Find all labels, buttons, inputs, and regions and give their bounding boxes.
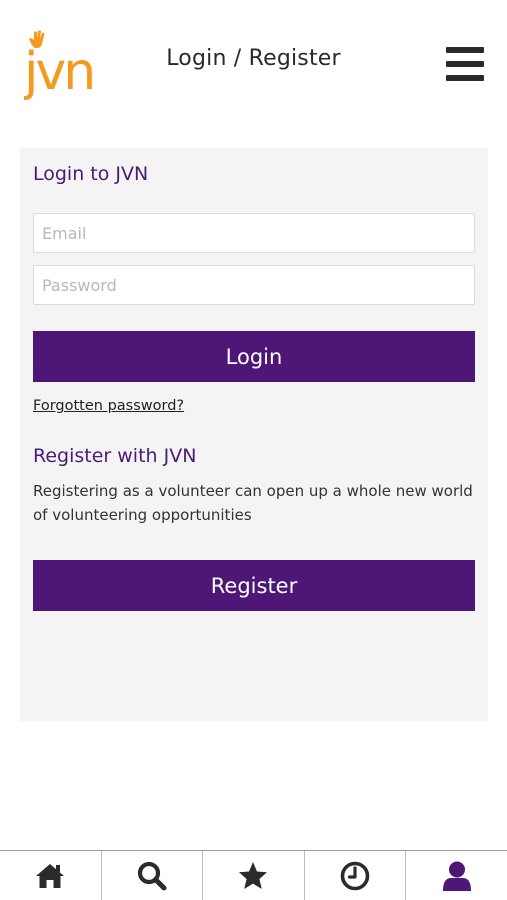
home-icon <box>36 863 65 888</box>
clock-icon <box>340 861 370 890</box>
login-heading: Login to JVN <box>33 163 149 185</box>
page-title: Login / Register <box>166 46 341 71</box>
user-icon <box>442 861 471 891</box>
login-button[interactable]: Login <box>33 331 475 382</box>
register-description: Registering as a volunteer can open up a… <box>33 482 473 524</box>
tab-account[interactable] <box>405 851 507 900</box>
register-button[interactable]: Register <box>33 560 475 611</box>
app-header: jvn Login / Register <box>0 0 507 130</box>
login-register-panel: Login to JVN Login Forgotten password? R… <box>20 148 488 721</box>
tab-history[interactable] <box>303 851 406 900</box>
tab-favourites[interactable] <box>202 851 304 900</box>
password-field[interactable] <box>33 265 475 305</box>
star-icon <box>239 861 268 889</box>
register-heading: Register with JVN <box>33 445 197 467</box>
hamburger-menu-icon[interactable] <box>446 47 484 81</box>
tab-home[interactable] <box>0 851 101 900</box>
bottom-tab-bar <box>0 850 507 900</box>
forgotten-password-link[interactable]: Forgotten password? <box>33 398 184 414</box>
email-field[interactable] <box>33 213 475 253</box>
search-icon <box>137 861 167 890</box>
tab-search[interactable] <box>100 851 203 900</box>
